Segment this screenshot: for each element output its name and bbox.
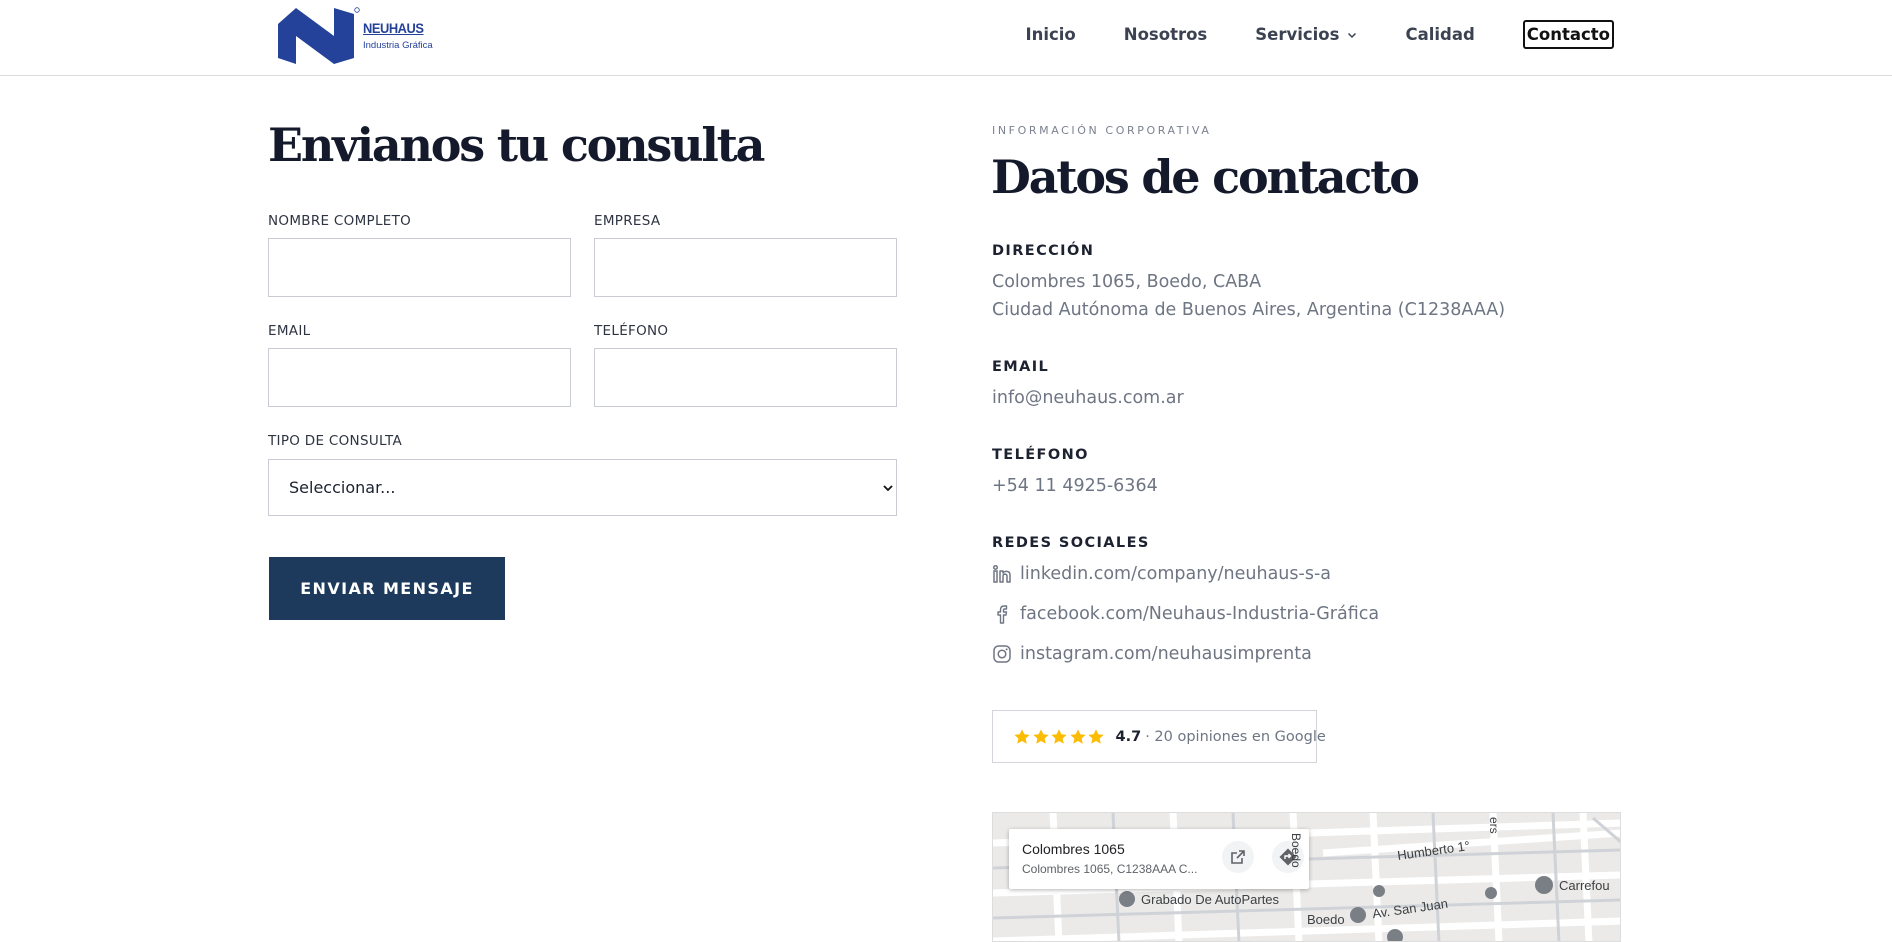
facebook-icon <box>997 605 1008 624</box>
nav-contacto[interactable]: Contacto <box>1522 20 1614 49</box>
inquiry-type-select[interactable]: Seleccionar... <box>268 459 897 516</box>
map-label-grabado: Grabado De AutoPartes <box>1141 892 1280 907</box>
name-field[interactable] <box>268 238 571 297</box>
rating-value: 4.7 <box>1115 728 1142 745</box>
address-label: DIRECCIÓN <box>992 243 1095 259</box>
phone-link[interactable]: +54 11 4925-6364 <box>992 476 1158 496</box>
star-icon <box>1069 728 1086 744</box>
phone-label: TELÉFONO <box>594 323 669 339</box>
map-label-boedo-street: Boedo <box>1289 833 1303 868</box>
map-place-title: Colombres 1065 <box>1022 841 1125 857</box>
eyebrow-label: INFORMACIÓN CORPORATIVA <box>992 124 1212 137</box>
nav-calidad[interactable]: Calidad <box>1405 25 1474 44</box>
map-label-boedo: Boedo <box>1307 912 1345 927</box>
inquiry-type-value: Seleccionar... <box>289 478 396 497</box>
map-place-card: Colombres 1065 Colombres 1065, C1238AAA … <box>1009 829 1309 889</box>
site-header: NEUHAUS Industria Gráfica Inicio Nosotro… <box>0 0 1892 76</box>
nav-nosotros[interactable]: Nosotros <box>1124 25 1207 44</box>
submit-button[interactable]: ENVIAR MENSAJE <box>269 557 505 620</box>
open-map-button[interactable] <box>1222 841 1254 873</box>
chevron-down-icon <box>883 484 893 491</box>
rating-stars <box>1013 728 1106 746</box>
nav-servicios[interactable]: Servicios <box>1255 25 1357 44</box>
name-label: NOMBRE COMPLETO <box>268 213 412 229</box>
main-nav: Inicio Nosotros Servicios Calidad Contac… <box>977 20 1614 49</box>
facebook-text: facebook.com/Neuhaus-Industria-Gráfica <box>1020 604 1380 624</box>
map-label-ers: ers <box>1487 817 1501 834</box>
logo-tagline: Industria Gráfica <box>363 40 433 51</box>
linkedin-text: linkedin.com/company/neuhaus-s-a <box>1020 564 1331 584</box>
nav-servicios-label: Servicios <box>1255 25 1340 44</box>
email-link[interactable]: info@neuhaus.com.ar <box>992 388 1184 408</box>
star-icon <box>1088 728 1104 744</box>
instagram-icon <box>993 645 1011 663</box>
inquiry-type-label: TIPO DE CONSULTA <box>268 433 402 449</box>
instagram-link[interactable]: instagram.com/neuhausimprenta <box>992 644 1312 664</box>
instagram-text: instagram.com/neuhausimprenta <box>1020 644 1312 664</box>
email-label: EMAIL <box>268 323 311 339</box>
logo-mark-icon <box>278 7 360 64</box>
address-line-2: Ciudad Autónoma de Buenos Aires, Argenti… <box>992 300 1506 320</box>
neuhaus-logo[interactable]: NEUHAUS Industria Gráfica <box>276 6 433 64</box>
map-label-carrefour: Carrefou <box>1559 878 1610 893</box>
external-link-icon <box>1231 850 1245 864</box>
map-place-address: Colombres 1065, C1238AAA C... <box>1022 862 1198 876</box>
linkedin-icon <box>992 564 1011 583</box>
rating-text: · 20 opiniones en Google <box>1145 728 1326 745</box>
linkedin-link[interactable]: linkedin.com/company/neuhaus-s-a <box>992 564 1331 584</box>
contact-title: Datos de contacto <box>991 150 1420 204</box>
star-icon <box>1014 728 1030 744</box>
chevron-down-icon <box>1348 32 1357 38</box>
facebook-link[interactable]: facebook.com/Neuhaus-Industria-Gráfica <box>992 604 1379 624</box>
form-title: Envianos tu consulta <box>268 118 765 172</box>
address-line-1: Colombres 1065, Boedo, CABA <box>992 272 1262 292</box>
star-icon <box>1051 728 1067 744</box>
email-field[interactable] <box>268 348 571 407</box>
star-icon <box>1032 728 1049 744</box>
nav-inicio[interactable]: Inicio <box>1025 25 1075 44</box>
phone-field[interactable] <box>594 348 897 407</box>
location-map[interactable]: Colombres 1065 Colombres 1065, C1238AAA … <box>992 812 1621 942</box>
social-label: REDES SOCIALES <box>992 535 1150 551</box>
contact-phone-label: TELÉFONO <box>992 447 1089 463</box>
contact-email-label: EMAIL <box>992 359 1050 375</box>
google-rating-badge[interactable]: 4.7 · 20 opiniones en Google <box>992 710 1326 763</box>
logo-wordmark: NEUHAUS <box>363 20 424 36</box>
company-label: EMPRESA <box>594 213 661 229</box>
company-field[interactable] <box>594 238 897 297</box>
